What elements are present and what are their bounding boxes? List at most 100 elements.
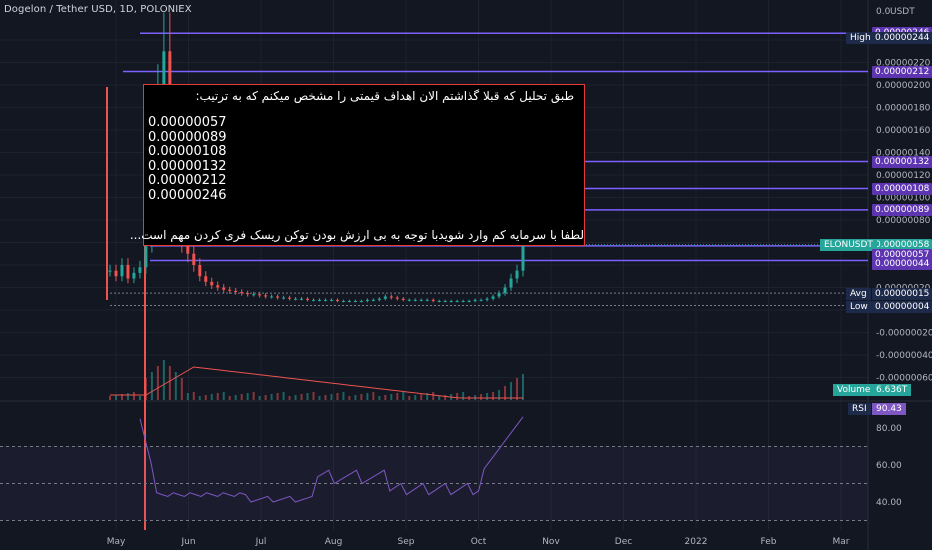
volume-bar [114, 395, 117, 400]
candle-body [276, 296, 280, 298]
candle-body [413, 299, 417, 301]
time-axis-label: Jul [255, 537, 267, 547]
time-axis-label: Oct [471, 537, 487, 547]
price-tick-label: 0.00000120 [876, 171, 931, 181]
volume-bar [396, 393, 399, 400]
time-axis-label: Feb [761, 537, 777, 547]
candle-body [246, 293, 250, 295]
candle-body [443, 301, 447, 302]
annotation-targets: 0.00000057 0.00000089 0.00000108 0.00000… [148, 115, 227, 203]
volume-bar [109, 396, 111, 400]
volume-bar [414, 395, 417, 400]
candle-body [294, 298, 298, 300]
volume-bar [456, 393, 459, 400]
volume-bar [294, 395, 297, 400]
volume-bar [432, 392, 435, 400]
price-tick-label: -0.00000040 [876, 351, 932, 361]
volume-bar [324, 395, 327, 400]
volume-bar [204, 395, 207, 400]
candle-body [120, 265, 124, 277]
candle-body [258, 294, 262, 296]
volume-bar [276, 393, 279, 400]
price-axis-label: 0.00000108 [872, 182, 932, 195]
target-6: 0.00000246 [148, 187, 227, 203]
candle-body [485, 298, 489, 300]
price-axis-label: 0.00000015 [872, 288, 932, 301]
price-axis-label: 0.00000212 [872, 65, 932, 78]
price-axis-tag: Low [846, 300, 872, 313]
candle-body [114, 270, 118, 277]
volume-bar [438, 396, 441, 400]
price-axis-label: 0.00000244 [872, 31, 932, 44]
candle-body [270, 296, 274, 298]
candle-body [425, 299, 429, 301]
volume-bar [138, 396, 141, 400]
candle-body [216, 285, 220, 288]
volume-bar [240, 394, 243, 400]
candle-body [132, 272, 136, 279]
volume-bar [126, 393, 129, 400]
volume-bar [228, 396, 231, 400]
candle-body [509, 278, 513, 288]
target-1: 0.00000057 [148, 115, 227, 130]
volume-bar [420, 394, 423, 400]
volume-bar [348, 396, 351, 400]
price-tick-label: 0.00000100 [876, 194, 931, 204]
candle-body [347, 301, 351, 302]
volume-bar [288, 396, 291, 400]
volume-bar [210, 394, 213, 400]
price-tick-label: 0.0 [876, 7, 891, 17]
time-axis-label: 2022 [685, 537, 708, 547]
volume-bar [402, 392, 405, 400]
volume-bar [234, 395, 237, 400]
price-tick-label: 0.00000180 [876, 104, 931, 114]
candle-body [282, 297, 286, 299]
volume-bar [390, 394, 393, 400]
price-tick-label: 0.00000200 [876, 81, 931, 91]
candle-body [377, 298, 381, 300]
volume-bar [168, 366, 171, 400]
candle-body [329, 299, 333, 301]
candle-body [359, 301, 363, 302]
volume-bar [522, 374, 524, 400]
candle-body [419, 299, 423, 301]
volume-bar [408, 396, 411, 400]
target-5: 0.00000212 [148, 173, 227, 188]
candle-body [204, 276, 208, 282]
chart-canvas[interactable]: 0.000002400.000002200.000002000.00000180… [0, 0, 932, 550]
rsi-value: 90.43 [872, 403, 906, 415]
price-axis-tag: High [846, 31, 875, 44]
candle-body [353, 301, 357, 302]
candle-body [312, 299, 316, 301]
volume-bar [342, 392, 345, 400]
candle-body [228, 289, 232, 291]
volume-bar [378, 396, 381, 400]
time-axis-label: Mar [833, 537, 850, 547]
candle-body [449, 301, 453, 302]
volume-label: Volume [833, 384, 875, 396]
target-3: 0.00000108 [148, 144, 227, 159]
volume-bar [306, 393, 309, 400]
candle-body [317, 299, 321, 301]
candle-body [389, 296, 393, 298]
candle-body [371, 299, 375, 301]
candle-body [138, 267, 142, 273]
candle-body [383, 296, 387, 299]
volume-bar [516, 378, 519, 400]
price-axis-tag: Avg [846, 288, 871, 301]
price-axis-label: 0.00000004 [872, 300, 932, 313]
volume-ma-line [110, 366, 523, 399]
volume-bar [216, 393, 219, 400]
candle-body [198, 265, 202, 277]
price-axis-label: 0.00000089 [872, 203, 932, 216]
rsi-tick-label: 80.00 [876, 424, 902, 434]
price-tick-label: -0.00000060 [876, 374, 932, 384]
annotation-box: طبق تحلیل که قبلا گذاشتم الان اهداف قیمت… [130, 84, 585, 246]
candle-body [126, 265, 130, 279]
candle-body [252, 294, 256, 296]
volume-bar [180, 378, 183, 400]
volume-bar [318, 396, 321, 400]
candle-body [515, 270, 519, 279]
volume-bar [360, 394, 363, 400]
candle-body [503, 287, 507, 294]
